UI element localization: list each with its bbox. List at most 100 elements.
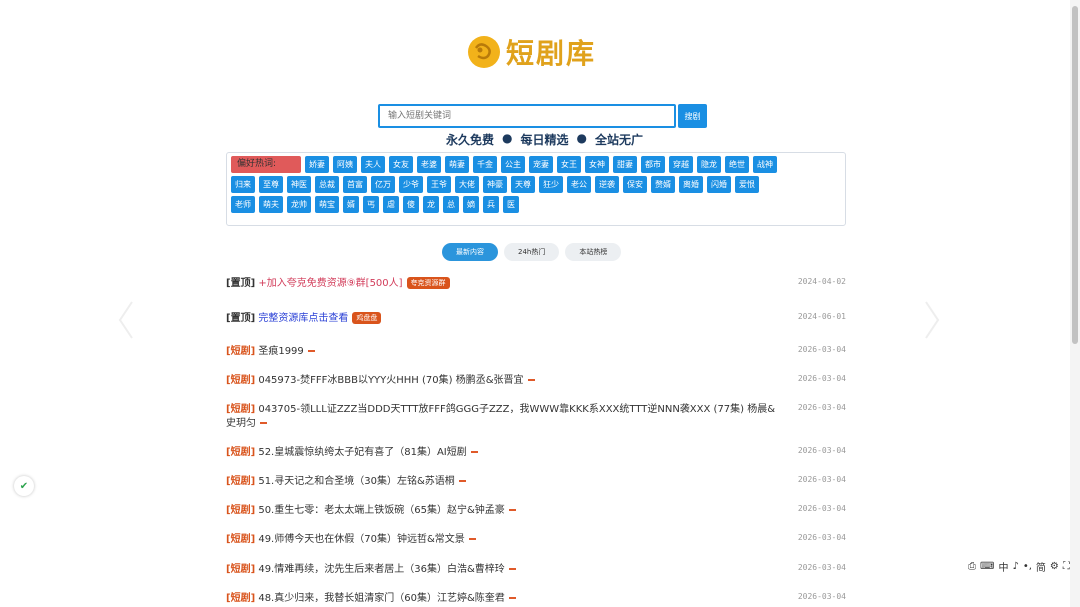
hot-tag[interactable]: 虐 (383, 196, 399, 213)
hot-tag[interactable]: 龙 (423, 196, 439, 213)
hot-tag[interactable]: 龙帅 (287, 196, 311, 213)
hot-tag[interactable]: 娇妻 (305, 156, 329, 173)
hot-tag[interactable]: 绝世 (725, 156, 749, 173)
hot-row: 偏好热词: 娇妻 阿姨 夫人 女友 老婆 萌妻 千金 公主 宠妻 女王 女神 甜妻 都市 穿越 隐龙 绝世 战神 (231, 156, 841, 173)
list-item-title[interactable]: 49.情难再续，沈先生后来者居上（36集）白浩&曹梓玲 (258, 564, 504, 575)
hot-tag[interactable]: 丐 (363, 196, 379, 213)
hot-tag[interactable]: 隐龙 (697, 156, 721, 173)
list-item[interactable]: [短剧] 48.真少归来，我替长姐清家门（60集）江艺婷&陈奎君 2026-03-… (226, 592, 846, 606)
next-arrow-icon[interactable] (924, 300, 940, 340)
hot-tag[interactable]: 归来 (231, 176, 255, 193)
list-item-title[interactable]: 完整资源库点击查看 (258, 313, 348, 324)
ime-voice-icon[interactable]: ♪ (1012, 561, 1018, 572)
list-item[interactable]: [短剧] 圣痕1999 2026-03-04 (226, 345, 846, 359)
hot-tag[interactable]: 阿姨 (333, 156, 357, 173)
ime-settings-icon[interactable]: ⚙ (1050, 561, 1059, 572)
prev-arrow-icon[interactable] (118, 300, 134, 340)
dash-icon (508, 597, 516, 599)
hot-tag[interactable]: 夫人 (361, 156, 385, 173)
list-item-title[interactable]: 49.师傅今天也在休假（70集）钟远哲&常文景 (258, 534, 464, 545)
list-item-title[interactable]: 045973-焚FFF冰BBB以YYY火HHH (70集) 杨鹏丞&张晋宜 (258, 375, 523, 386)
list-item[interactable]: [短剧] 51.寻天记之和合圣境（30集）左铭&苏语桐 2026-03-04 (226, 475, 846, 489)
list-item-title[interactable]: 043705-领LLL证ZZZ当DDD天TTT放FFF鸽GGG子ZZZ，我WWW… (226, 404, 775, 429)
hot-tag[interactable]: 公主 (501, 156, 525, 173)
hot-tag[interactable]: 都市 (641, 156, 665, 173)
scrollbar[interactable] (1070, 0, 1080, 607)
hot-tag[interactable]: 甜妻 (613, 156, 637, 173)
hot-tag[interactable]: 老婆 (417, 156, 441, 173)
list-item-badge[interactable]: 夸克资源群 (406, 277, 450, 289)
hot-tag[interactable]: 女友 (389, 156, 413, 173)
hot-tag[interactable]: 王爷 (427, 176, 451, 193)
list-item-date: 2026-03-04 (797, 345, 846, 354)
hot-tag[interactable]: 神医 (287, 176, 311, 193)
list-item[interactable]: [置顶] +加入夸克免费资源⑨群[500人] 夸克资源群 2024-04-02 (226, 277, 846, 291)
hot-tag[interactable]: 大佬 (455, 176, 479, 193)
hot-tag[interactable]: 爱恨 (735, 176, 759, 193)
hot-tag[interactable]: 保安 (623, 176, 647, 193)
list-item[interactable]: [短剧] 50.重生七零：老太太端上铁饭碗（65集）赵宁&钟孟豪 2026-03-… (226, 504, 846, 518)
list-item-text: [置顶] +加入夸克免费资源⑨群[500人] 夸克资源群 (226, 277, 776, 291)
ime-toolbar: ⎙ ⌨ 中 ♪ •, 简 ⚙ ⛶ (968, 559, 1070, 574)
hot-tag[interactable]: 萌夫 (259, 196, 283, 213)
hot-tag[interactable]: 狂少 (539, 176, 563, 193)
hot-tag[interactable]: 神豪 (483, 176, 507, 193)
hot-tag[interactable]: 女神 (585, 156, 609, 173)
ime-punctuation[interactable]: •, (1023, 561, 1032, 572)
list-item-title[interactable]: 51.寻天记之和合圣境（30集）左铭&苏语桐 (258, 476, 454, 487)
hot-tag[interactable]: 医 (503, 196, 519, 213)
hot-tag[interactable]: 闪婚 (707, 176, 731, 193)
hot-tag[interactable]: 离婚 (679, 176, 703, 193)
scrollbar-thumb[interactable] (1072, 6, 1078, 344)
list-item-title[interactable]: 50.重生七零：老太太端上铁饭碗（65集）赵宁&钟孟豪 (258, 505, 504, 516)
hot-tag[interactable]: 首富 (343, 176, 367, 193)
list-item[interactable]: [短剧] 49.情难再续，沈先生后来者居上（36集）白浩&曹梓玲 2026-03-… (226, 563, 846, 577)
ime-simplified[interactable]: 简 (1036, 559, 1046, 574)
hot-tag[interactable]: 逆袭 (595, 176, 619, 193)
hot-tag[interactable]: 老师 (231, 196, 255, 213)
check-icon[interactable]: ✔ (14, 476, 34, 496)
list-item[interactable]: [短剧] 52.皇城震惊纨绔太子妃有喜了（81集）AI短剧 2026-03-04 (226, 446, 846, 460)
hot-tag[interactable]: 天尊 (511, 176, 535, 193)
hot-tag[interactable]: 穿越 (669, 156, 693, 173)
hot-tag[interactable]: 萌妻 (445, 156, 469, 173)
hot-tag[interactable]: 亿万 (371, 176, 395, 193)
list-item-text: [短剧] 49.师傅今天也在休假（70集）钟远哲&常文景 (226, 533, 776, 547)
list-item-title[interactable]: 48.真少归来，我替长姐清家门（60集）江艺婷&陈奎君 (258, 593, 504, 604)
list-item[interactable]: [短剧] 043705-领LLL证ZZZ当DDD天TTT放FFF鸽GGG子ZZZ… (226, 403, 846, 431)
hot-tag[interactable]: 傻 (403, 196, 419, 213)
hot-tag[interactable]: 婿 (343, 196, 359, 213)
search-button[interactable]: 搜剧 (678, 104, 707, 128)
ime-logo-icon[interactable]: ⎙ (968, 561, 976, 572)
slogan-item: 永久免费 (446, 133, 495, 147)
tab-24h-hot[interactable]: 24h热门 (504, 243, 560, 261)
list-item-title[interactable]: 52.皇城震惊纨绔太子妃有喜了（81集）AI短剧 (258, 447, 466, 458)
ime-mode[interactable]: 中 (998, 559, 1008, 574)
hot-tag[interactable]: 千金 (473, 156, 497, 173)
list-item[interactable]: [短剧] 49.师傅今天也在休假（70集）钟远哲&常文景 2026-03-04 (226, 533, 846, 547)
hot-tag[interactable]: 兵 (483, 196, 499, 213)
list-item-title[interactable]: 圣痕1999 (258, 346, 303, 357)
list-item[interactable]: [短剧] 045973-焚FFF冰BBB以YYY火HHH (70集) 杨鹏丞&张… (226, 374, 846, 388)
list-item-title[interactable]: +加入夸克免费资源⑨群[500人] (258, 278, 402, 289)
hot-tag[interactable]: 宠妻 (529, 156, 553, 173)
search-input[interactable] (378, 104, 676, 128)
tab-site-ranking[interactable]: 本站热榜 (565, 243, 622, 261)
list-item-category: [短剧] (226, 593, 256, 604)
ime-keyboard-icon[interactable]: ⌨ (980, 561, 994, 572)
hot-tag[interactable]: 战神 (753, 156, 777, 173)
list-item[interactable]: [置顶] 完整资源库点击查看 鸡盘盘 2024-06-01 (226, 312, 846, 326)
hot-tag[interactable]: 总 (443, 196, 459, 213)
ime-expand-icon[interactable]: ⛶ (1063, 561, 1070, 572)
hot-tag[interactable]: 嫡 (463, 196, 479, 213)
site-logo[interactable]: 短剧库 (466, 30, 596, 74)
tab-latest[interactable]: 最新内容 (442, 243, 498, 261)
hot-tag[interactable]: 女王 (557, 156, 581, 173)
hot-tag[interactable]: 赘婿 (651, 176, 675, 193)
hot-tag[interactable]: 至尊 (259, 176, 283, 193)
hot-tag[interactable]: 老公 (567, 176, 591, 193)
hot-tag[interactable]: 萌宝 (315, 196, 339, 213)
hot-tag[interactable]: 总裁 (315, 176, 339, 193)
list-item-badge[interactable]: 鸡盘盘 (352, 312, 382, 324)
hot-tag[interactable]: 少爷 (399, 176, 423, 193)
